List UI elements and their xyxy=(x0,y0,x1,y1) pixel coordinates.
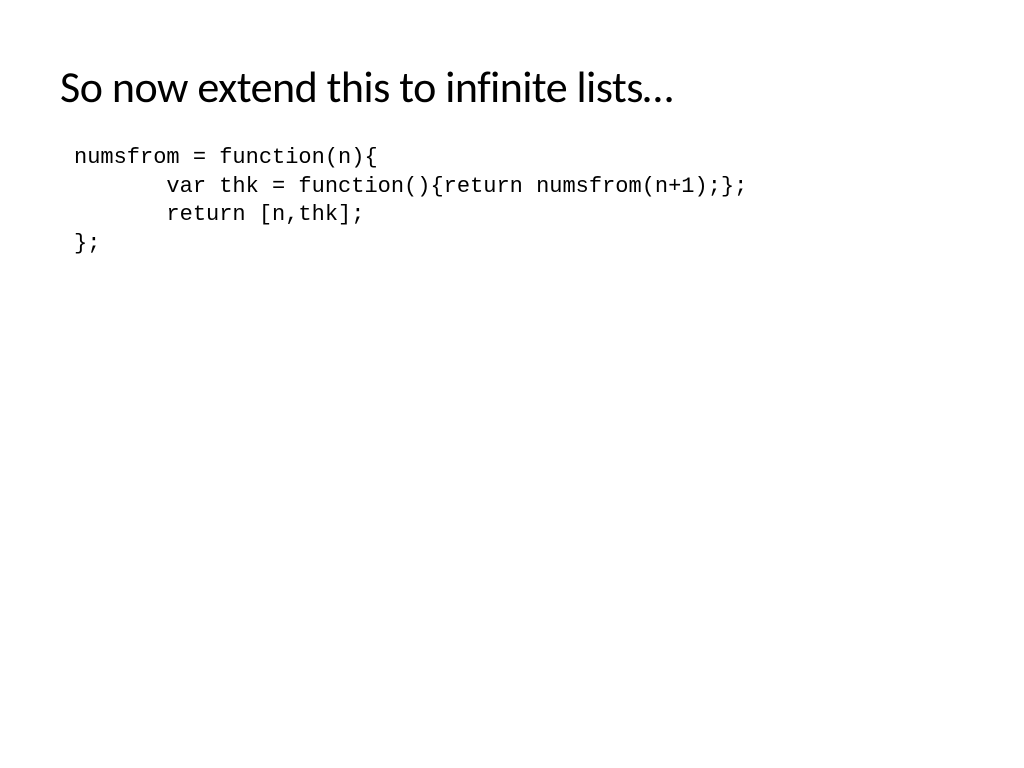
code-block: numsfrom = function(n){ var thk = functi… xyxy=(60,144,964,258)
slide-container: So now extend this to infinite lists… nu… xyxy=(0,0,1024,768)
slide-title: So now extend this to infinite lists… xyxy=(60,60,964,114)
